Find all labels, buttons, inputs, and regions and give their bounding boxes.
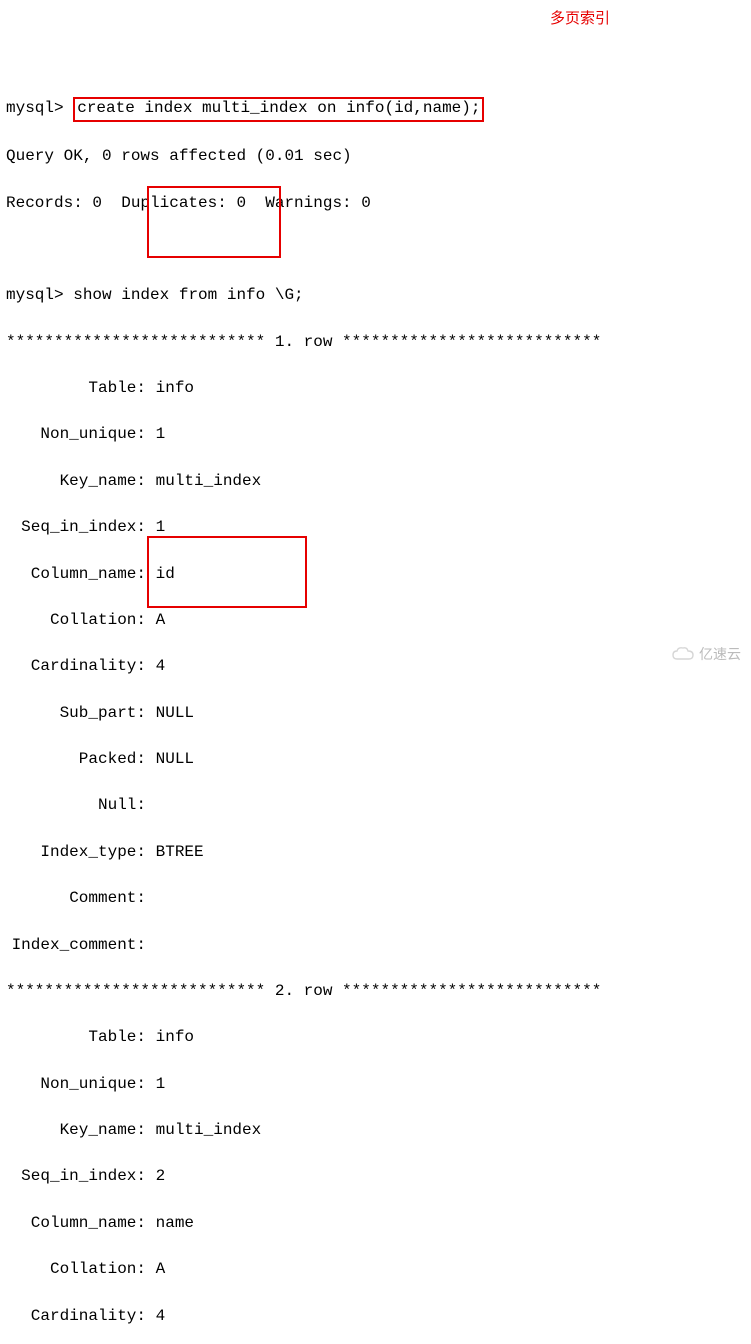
row-2-header: *************************** 2. row *****… [6,980,745,1003]
val-cardinality: 4 [156,657,166,675]
result-line-2: Records: 0 Duplicates: 0 Warnings: 0 [6,192,745,215]
label-column-name: Column_name: [6,563,146,586]
label-index-type: Index_type: [6,841,146,864]
row-1-null: Null: [6,794,745,817]
row-1-packed: Packed: NULL [6,748,745,771]
mysql-prompt: mysql> [6,286,64,304]
label-column-name: Column_name: [6,1212,146,1235]
label-table: Table: [6,377,146,400]
watermark: 亿速云 [671,644,741,664]
row-1-index-type: Index_type: BTREE [6,841,745,864]
row-1-key-name: Key_name: multi_index [6,470,745,493]
highlighted-command-1: create index multi_index on info(id,name… [73,97,484,122]
val-collation: A [156,1260,166,1278]
row-1-cardinality: Cardinality: 4 [6,655,745,678]
val-cardinality: 4 [156,1307,166,1325]
label-table: Table: [6,1026,146,1049]
row-2-collation: Collation: A [6,1258,745,1281]
val-column-name: id [156,565,175,583]
val-non-unique: 1 [156,425,166,443]
val-sub-part: NULL [156,704,194,722]
command-2: show index from info \G; [73,286,303,304]
row-1-sub-part: Sub_part: NULL [6,702,745,725]
blank-line [6,238,745,261]
val-column-name: name [156,1214,194,1232]
row-1-header: *************************** 1. row *****… [6,331,745,354]
row-2-table: Table: info [6,1026,745,1049]
label-key-name: Key_name: [6,1119,146,1142]
label-key-name: Key_name: [6,470,146,493]
row-1-index-comment: Index_comment: [6,934,745,957]
val-seq-in-index: 1 [156,518,166,536]
label-non-unique: Non_unique: [6,423,146,446]
label-cardinality: Cardinality: [6,1305,146,1328]
label-packed: Packed: [6,748,146,771]
val-table: info [156,1028,194,1046]
val-seq-in-index: 2 [156,1167,166,1185]
row-1-non-unique: Non_unique: 1 [6,423,745,446]
row-1-collation: Collation: A [6,609,745,632]
val-packed: NULL [156,750,194,768]
row-2-cardinality: Cardinality: 4 [6,1305,745,1328]
cloud-icon [671,646,695,662]
row-2-key-name: Key_name: multi_index [6,1119,745,1142]
label-comment: Comment: [6,887,146,910]
val-non-unique: 1 [156,1075,166,1093]
mysql-prompt: mysql> [6,99,64,117]
label-seq-in-index: Seq_in_index: [6,516,146,539]
row-2-column-name: Column_name: name [6,1212,745,1235]
label-collation: Collation: [6,1258,146,1281]
label-collation: Collation: [6,609,146,632]
label-cardinality: Cardinality: [6,655,146,678]
val-key-name: multi_index [156,1121,262,1139]
val-key-name: multi_index [156,472,262,490]
row-2-seq-in-index: Seq_in_index: 2 [6,1165,745,1188]
label-index-comment: Index_comment: [6,934,146,957]
val-collation: A [156,611,166,629]
row-1-seq-in-index: Seq_in_index: 1 [6,516,745,539]
row-1-table: Table: info [6,377,745,400]
row-1-column-name: Column_name: id [6,563,745,586]
val-table: info [156,379,194,397]
label-sub-part: Sub_part: [6,702,146,725]
command-line-2: mysql> show index from info \G; [6,284,745,307]
row-2-non-unique: Non_unique: 1 [6,1073,745,1096]
val-index-type: BTREE [156,843,204,861]
label-non-unique: Non_unique: [6,1073,146,1096]
annotation-label: 多页索引 [550,8,610,30]
result-line-1: Query OK, 0 rows affected (0.01 sec) [6,145,745,168]
command-line-1: mysql> create index multi_index on info(… [6,97,745,122]
row-1-comment: Comment: [6,887,745,910]
watermark-text: 亿速云 [699,644,741,664]
label-null: Null: [6,794,146,817]
label-seq-in-index: Seq_in_index: [6,1165,146,1188]
